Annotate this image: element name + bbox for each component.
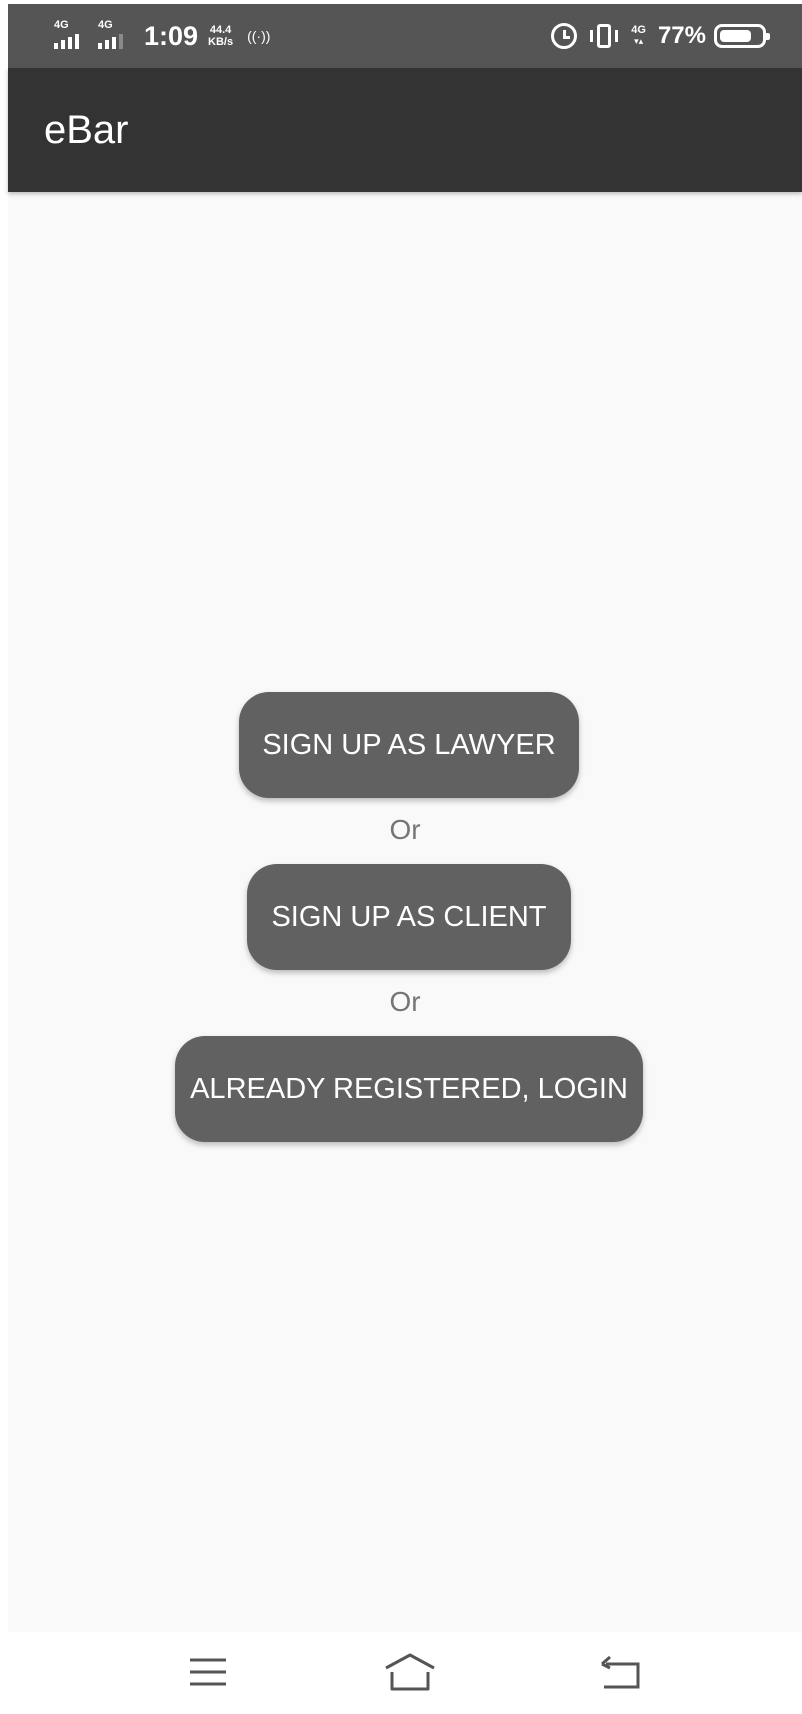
app-title: eBar [44,108,129,152]
nav-back-button[interactable] [580,1642,660,1702]
app-bar: eBar [8,68,802,192]
clock: 1:09 [144,20,199,51]
hotspot-icon: ((·)) [247,28,271,44]
speed-value: 44.4 [209,24,232,36]
or-separator-2: Or [389,986,421,1017]
signup-lawyer-button[interactable]: SIGN UP AS LAWYER [239,692,579,798]
network-4g-icon: 4G ▾▴ [631,24,646,47]
network-speed: 44.4 KB/s [208,24,233,48]
back-icon [601,1655,640,1689]
main-content: SIGN UP AS LAWYER Or SIGN UP AS CLIENT O… [8,192,802,1636]
network-type-2: 4G [98,19,113,31]
status-bar-left: 4G 4G 1:09 44.4 KB/s ((·)) [52,4,270,68]
nav-menu-button[interactable] [168,1642,248,1702]
alarm-icon [551,23,578,49]
battery-icon [714,24,770,48]
speed-unit: KB/s [208,36,234,48]
status-bar: 4G 4G 1:09 44.4 KB/s ((·)) 4G ▾▴ 77% [8,4,802,68]
battery-percent: 77% [657,22,706,49]
vibrate-icon [589,23,619,49]
signal-2-icon: 4G [96,19,132,53]
signal-1-icon: 4G [52,19,88,53]
status-bar-right: 4G ▾▴ 77% [539,4,770,68]
home-icon [385,1653,435,1691]
network-type-3: 4G [631,24,646,36]
menu-icon [190,1658,226,1686]
network-type-1: 4G [54,19,69,31]
signup-client-button[interactable]: SIGN UP AS CLIENT [247,864,571,970]
app-screen: 4G 4G 1:09 44.4 KB/s ((·)) 4G ▾▴ 77% eBa… [8,4,802,1710]
system-nav-bar [0,1632,802,1714]
or-separator-1: Or [389,814,421,845]
login-button[interactable]: ALREADY REGISTERED, LOGIN [175,1036,643,1142]
nav-home-button[interactable] [370,1642,450,1702]
